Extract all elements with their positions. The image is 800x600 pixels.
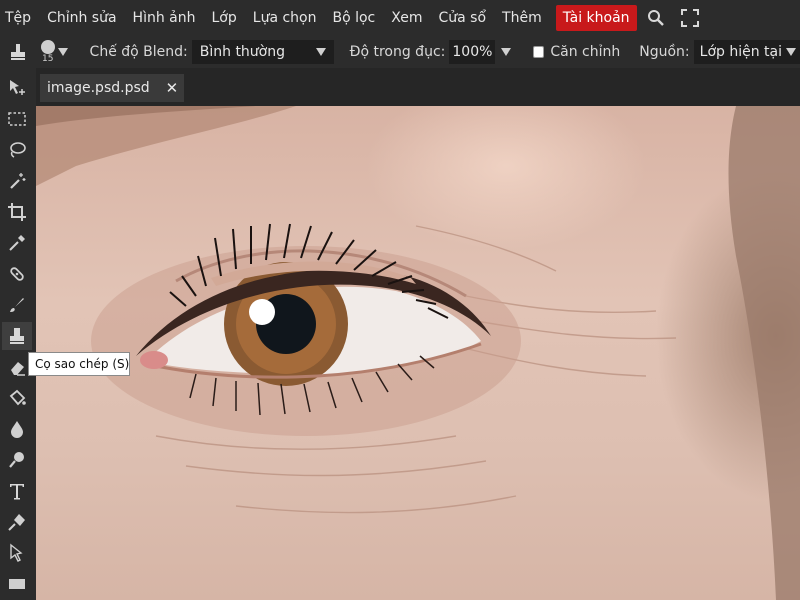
fullscreen-icon[interactable] bbox=[675, 3, 705, 33]
marquee-icon bbox=[8, 112, 26, 126]
brush-size-picker[interactable]: 15 bbox=[39, 38, 70, 66]
clone-stamp-tool[interactable] bbox=[2, 322, 32, 350]
crop-tool[interactable] bbox=[2, 198, 32, 226]
rectangle-tool[interactable] bbox=[2, 570, 32, 598]
magic-wand-icon bbox=[10, 173, 26, 189]
opacity-label: Độ trong đục: bbox=[349, 44, 446, 60]
text-tool[interactable] bbox=[2, 477, 32, 505]
paint-bucket-tool[interactable] bbox=[2, 384, 32, 412]
source-select[interactable]: Lớp hiện tại bbox=[693, 40, 800, 64]
image-canvas[interactable] bbox=[36, 106, 800, 600]
move-tool[interactable] bbox=[2, 74, 32, 102]
clone-stamp-tool-icon bbox=[9, 42, 27, 62]
chevron-down-icon bbox=[786, 48, 796, 56]
align-label: Căn chỉnh bbox=[550, 44, 621, 60]
blend-mode-select[interactable]: Bình thường bbox=[191, 40, 334, 64]
pen-tool[interactable] bbox=[2, 508, 32, 536]
text-icon bbox=[10, 484, 24, 500]
menu-file[interactable]: Tệp bbox=[0, 5, 39, 31]
path-select-icon bbox=[10, 543, 23, 562]
move-icon bbox=[10, 80, 25, 95]
source-value: Lớp hiện tại bbox=[699, 44, 782, 60]
bandage-icon bbox=[10, 267, 24, 281]
chevron-down-icon bbox=[315, 48, 326, 56]
tools-panel bbox=[0, 68, 36, 600]
path-select-tool[interactable] bbox=[2, 539, 32, 567]
menu-view[interactable]: Xem bbox=[383, 5, 430, 31]
opacity-input[interactable]: 100% bbox=[449, 40, 496, 64]
dodge-icon bbox=[9, 452, 24, 468]
eyedropper-icon bbox=[9, 235, 25, 251]
align-checkbox[interactable] bbox=[533, 46, 545, 58]
opacity-chevron-down-icon[interactable] bbox=[501, 48, 512, 56]
search-icon[interactable] bbox=[641, 3, 671, 33]
menu-window[interactable]: Cửa sổ bbox=[430, 5, 494, 31]
menu-more[interactable]: Thêm bbox=[494, 5, 550, 31]
menu-filter[interactable]: Bộ lọc bbox=[324, 5, 383, 31]
opacity-value: 100% bbox=[452, 44, 493, 60]
dodge-tool[interactable] bbox=[2, 446, 32, 474]
document-tab[interactable]: image.psd.psd ✕ bbox=[40, 74, 185, 102]
lasso-tool[interactable] bbox=[2, 136, 32, 164]
document-tab-bar: image.psd.psd ✕ bbox=[36, 68, 800, 106]
drop-icon bbox=[11, 421, 23, 438]
crop-icon bbox=[8, 203, 26, 221]
magic-wand-tool[interactable] bbox=[2, 167, 32, 195]
pen-icon bbox=[8, 514, 25, 531]
document-tab-title: image.psd.psd bbox=[47, 80, 150, 96]
menu-select[interactable]: Lựa chọn bbox=[245, 5, 325, 31]
menu-layer[interactable]: Lớp bbox=[204, 5, 245, 31]
menu-bar: Tệp Chỉnh sửa Hình ảnh Lớp Lựa chọn Bộ l… bbox=[0, 0, 800, 36]
rectangle-icon bbox=[9, 579, 25, 589]
blend-mode-value: Bình thường bbox=[199, 44, 286, 60]
brush-dot-icon bbox=[40, 40, 55, 54]
clone-stamp-tooltip: Cọ sao chép (S) bbox=[28, 352, 130, 376]
source-label: Nguồn: bbox=[639, 44, 690, 60]
account-button[interactable]: Tài khoản bbox=[555, 5, 637, 31]
clone-stamp-icon bbox=[10, 328, 24, 344]
eye-photo-image bbox=[36, 106, 800, 600]
close-icon[interactable]: ✕ bbox=[166, 79, 179, 97]
spot-healing-tool[interactable] bbox=[2, 260, 32, 288]
marquee-tool[interactable] bbox=[2, 105, 32, 133]
chevron-down-icon bbox=[57, 48, 68, 56]
brush-size-value: 15 bbox=[41, 54, 54, 64]
brush-icon bbox=[10, 298, 24, 312]
lasso-icon bbox=[10, 142, 26, 158]
menu-edit[interactable]: Chỉnh sửa bbox=[39, 5, 124, 31]
brush-tool[interactable] bbox=[2, 291, 32, 319]
eraser-icon bbox=[11, 362, 25, 376]
blend-mode-label: Chế độ Blend: bbox=[89, 44, 188, 60]
menu-image[interactable]: Hình ảnh bbox=[125, 5, 204, 31]
blur-tool[interactable] bbox=[2, 415, 32, 443]
options-bar: 15 Chế độ Blend: Bình thường Độ trong đụ… bbox=[0, 36, 800, 68]
eyedropper-tool[interactable] bbox=[2, 229, 32, 257]
paint-bucket-icon bbox=[9, 389, 26, 406]
